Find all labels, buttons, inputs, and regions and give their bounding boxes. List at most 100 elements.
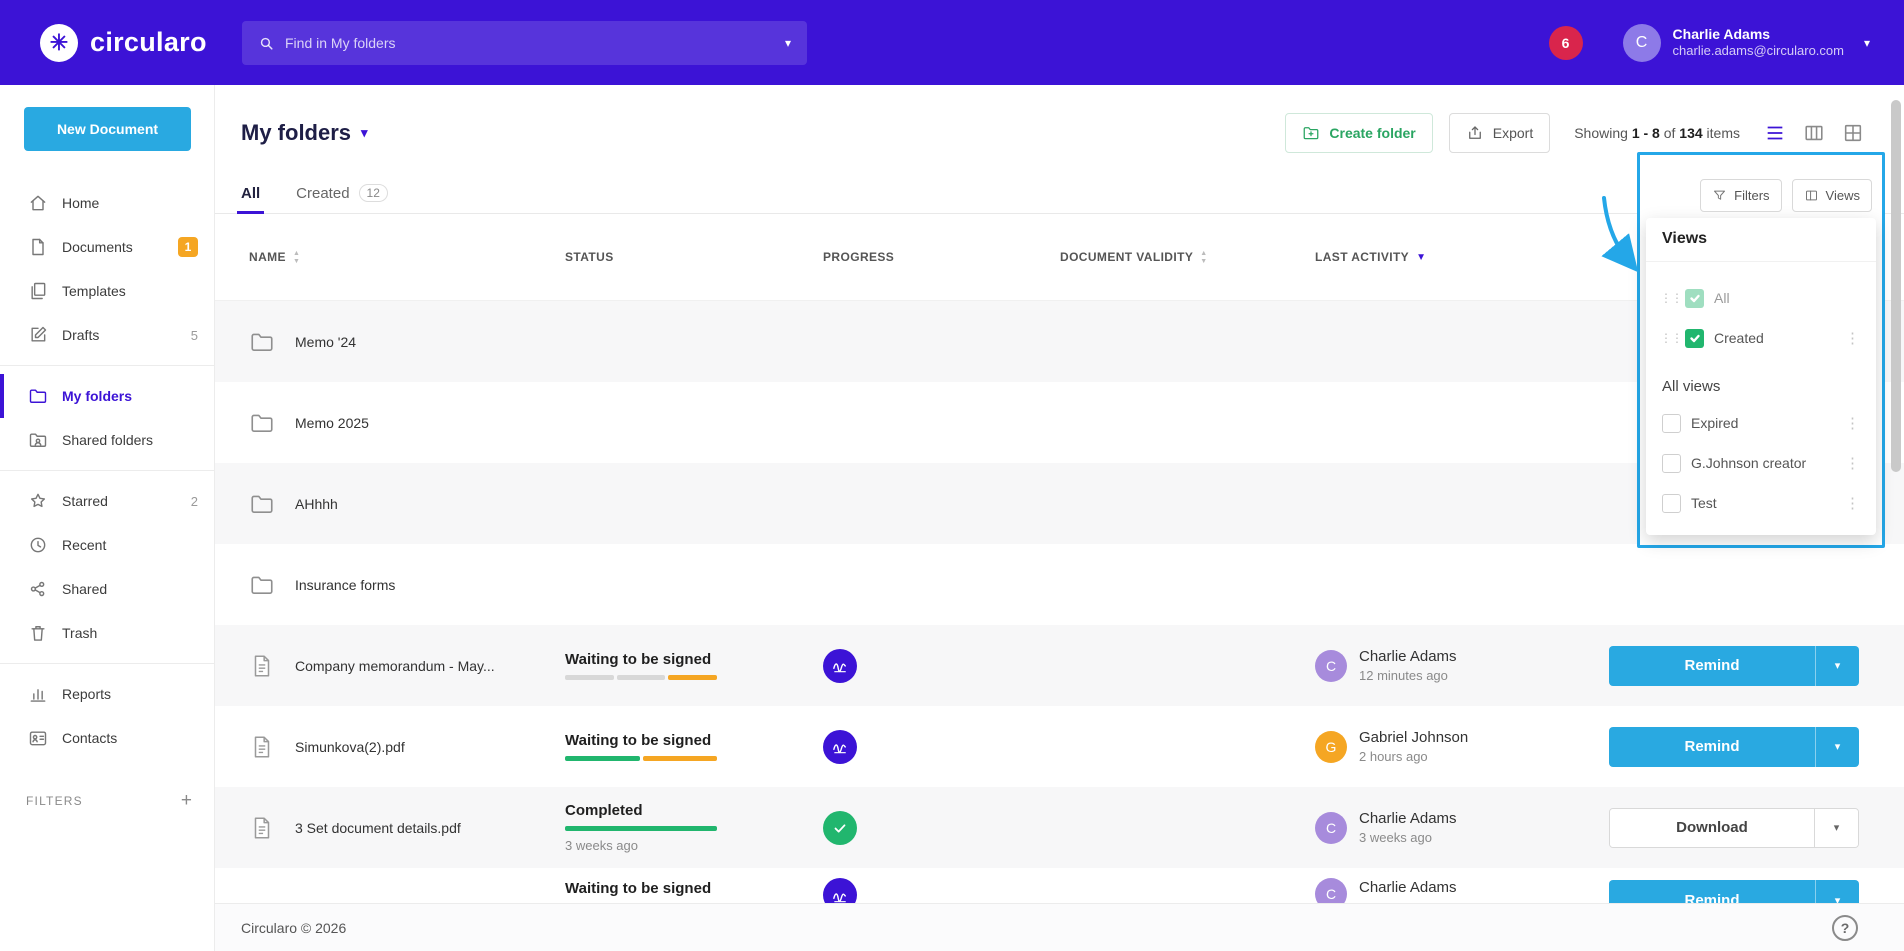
tab-created[interactable]: Created 12 — [296, 184, 388, 213]
status-time: 3 weeks ago — [565, 838, 638, 853]
sidebar-item-recent[interactable]: Recent — [0, 523, 214, 567]
signature-pending-icon[interactable] — [823, 878, 857, 903]
column-header-name[interactable]: NAME ▲▼ — [215, 214, 565, 300]
table-row[interactable]: 3 Set document details.pdf Completed 3 w… — [215, 787, 1904, 868]
folder-name[interactable]: Memo 2025 — [295, 415, 369, 431]
download-split-button[interactable]: Download ▾ — [1609, 808, 1859, 848]
action-dropdown-caret-icon[interactable]: ▾ — [1815, 727, 1859, 767]
kebab-menu-icon[interactable]: ⋮ — [1841, 454, 1864, 472]
sidebar-item-starred[interactable]: Starred 2 — [0, 479, 214, 523]
remind-split-button[interactable]: Remind ▾ — [1609, 727, 1859, 767]
folder-icon — [249, 329, 275, 355]
topbar: ✳ circularo ▾ 6 C Charlie Adams charlie.… — [0, 0, 1904, 85]
drafts-count: 5 — [191, 328, 198, 343]
search-scope-caret-icon[interactable]: ▾ — [785, 36, 791, 50]
sidebar-item-contacts[interactable]: Contacts — [0, 716, 214, 760]
list-view-toggle[interactable] — [1764, 122, 1786, 144]
add-filter-button[interactable]: + — [181, 790, 192, 812]
sidebar-item-shared-folders[interactable]: Shared folders — [0, 418, 214, 462]
folder-icon — [249, 410, 275, 436]
global-search[interactable]: ▾ — [242, 21, 807, 65]
remind-split-button[interactable]: Remind ▾ — [1609, 646, 1859, 686]
kebab-menu-icon[interactable]: ⋮ — [1841, 329, 1864, 347]
sidebar-item-my-folders[interactable]: My folders — [0, 374, 214, 418]
column-header-progress[interactable]: PROGRESS — [823, 214, 1060, 300]
page-title[interactable]: My folders ▾ — [241, 120, 368, 146]
tab-all[interactable]: All — [241, 185, 260, 213]
action-dropdown-caret-icon[interactable]: ▾ — [1815, 880, 1859, 903]
checkbox-checked[interactable] — [1685, 289, 1704, 308]
sort-desc-icon[interactable]: ▼ — [1416, 252, 1426, 263]
progress-bar — [565, 756, 717, 761]
validity-cell — [1060, 706, 1315, 787]
sidebar-item-documents[interactable]: Documents 1 — [0, 225, 214, 269]
table-row[interactable]: Company memorandum - May... Waiting to b… — [215, 625, 1904, 706]
sidebar-item-trash[interactable]: Trash — [0, 611, 214, 655]
view-item-expired[interactable]: Expired ⋮ — [1646, 403, 1876, 443]
drag-handle-icon[interactable]: ⋮⋮ — [1660, 331, 1675, 345]
folder-name[interactable]: Insurance forms — [295, 577, 395, 593]
completed-check-icon[interactable] — [823, 811, 857, 845]
folder-name[interactable]: Memo '24 — [295, 334, 356, 350]
status-label: Waiting to be signed — [565, 880, 711, 897]
new-document-button[interactable]: New Document — [24, 107, 191, 151]
filters-button[interactable]: Filters — [1700, 179, 1781, 212]
drag-handle-icon[interactable]: ⋮⋮ — [1660, 291, 1675, 305]
table-row[interactable]: Waiting to be signed C Charlie Adams R — [215, 868, 1904, 903]
sort-icon[interactable]: ▲▼ — [293, 250, 300, 265]
sidebar-item-templates[interactable]: Templates — [0, 269, 214, 313]
signature-pending-icon[interactable] — [823, 730, 857, 764]
brand-logo[interactable]: ✳ circularo — [40, 0, 207, 85]
view-item-test[interactable]: Test ⋮ — [1646, 483, 1876, 523]
action-dropdown-caret-icon[interactable]: ▾ — [1815, 646, 1859, 686]
export-button[interactable]: Export — [1449, 113, 1550, 153]
view-item-gjohnson-creator[interactable]: G.Johnson creator ⋮ — [1646, 443, 1876, 483]
folder-icon — [249, 491, 275, 517]
checkbox-checked[interactable] — [1685, 329, 1704, 348]
notifications-badge[interactable]: 6 — [1549, 26, 1583, 60]
table-row[interactable]: Simunkova(2).pdf Waiting to be signed G … — [215, 706, 1904, 787]
status-label: Waiting to be signed — [565, 651, 711, 668]
sidebar-item-shared[interactable]: Shared — [0, 567, 214, 611]
user-menu[interactable]: C Charlie Adams charlie.adams@circularo.… — [1623, 24, 1870, 62]
views-button[interactable]: Views — [1792, 179, 1872, 212]
document-name[interactable]: Simunkova(2).pdf — [295, 739, 405, 755]
download-button[interactable]: Download — [1610, 809, 1814, 847]
sidebar-item-home[interactable]: Home — [0, 181, 214, 225]
kebab-menu-icon[interactable]: ⋮ — [1841, 414, 1864, 432]
column-header-status[interactable]: STATUS — [565, 214, 823, 300]
folder-name[interactable]: AHhhh — [295, 496, 338, 512]
kebab-menu-icon[interactable]: ⋮ — [1841, 494, 1864, 512]
action-dropdown-caret-icon[interactable]: ▾ — [1814, 809, 1858, 847]
sort-icon[interactable]: ▲▼ — [1200, 250, 1207, 265]
sidebar-item-drafts[interactable]: Drafts 5 — [0, 313, 214, 357]
avatar: C — [1315, 650, 1347, 682]
checkbox-unchecked[interactable] — [1662, 494, 1681, 513]
vertical-scrollbar[interactable] — [1891, 100, 1901, 472]
column-header-validity[interactable]: DOCUMENT VALIDITY ▲▼ — [1060, 214, 1315, 300]
remind-button[interactable]: Remind — [1609, 646, 1815, 686]
signature-pending-icon[interactable] — [823, 649, 857, 683]
help-button[interactable]: ? — [1832, 915, 1858, 941]
remind-split-button[interactable]: Remind ▾ — [1609, 880, 1859, 903]
grid-view-toggle[interactable] — [1842, 122, 1864, 144]
create-folder-button[interactable]: Create folder — [1285, 113, 1432, 153]
showing-items-count: Showing 1 - 8 of 134 items — [1574, 125, 1740, 141]
table-view-toggle[interactable] — [1803, 122, 1825, 144]
checkbox-unchecked[interactable] — [1662, 414, 1681, 433]
view-item-all[interactable]: ⋮⋮ All — [1646, 278, 1876, 318]
checkbox-unchecked[interactable] — [1662, 454, 1681, 473]
sidebar-item-reports[interactable]: Reports — [0, 672, 214, 716]
view-item-created[interactable]: ⋮⋮ Created ⋮ — [1646, 318, 1876, 358]
sidebar-divider — [0, 470, 214, 471]
search-input[interactable] — [285, 35, 775, 51]
status-label: Completed — [565, 802, 643, 819]
document-name[interactable]: Company memorandum - May... — [295, 658, 495, 674]
remind-button[interactable]: Remind — [1609, 727, 1815, 767]
views-layout-icon — [1804, 188, 1819, 203]
document-name[interactable]: 3 Set document details.pdf — [295, 820, 461, 836]
folder-icon — [28, 386, 48, 406]
column-header-activity[interactable]: LAST ACTIVITY ▼ — [1315, 214, 1609, 300]
remind-button[interactable]: Remind — [1609, 880, 1815, 903]
table-row[interactable]: Insurance forms — [215, 544, 1904, 625]
